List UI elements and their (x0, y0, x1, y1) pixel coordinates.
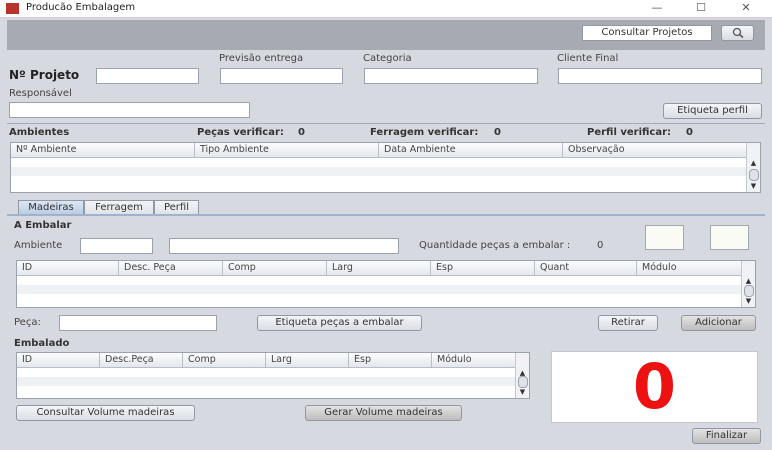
finalizar-button[interactable]: Finalizar (692, 428, 761, 444)
retirar-button[interactable]: Retirar (598, 315, 658, 331)
column-header[interactable]: Larg (327, 261, 431, 275)
table-row[interactable] (17, 285, 741, 294)
tab-madeiras[interactable]: Madeiras (18, 200, 84, 215)
scroll-up-icon[interactable]: ▲ (747, 157, 760, 169)
previsao-input[interactable] (220, 68, 343, 84)
table-row[interactable] (17, 276, 741, 285)
categoria-label: Categoria (363, 53, 412, 64)
volume-counter-panel: 0 (551, 351, 758, 423)
responsavel-input[interactable] (9, 102, 250, 118)
column-header[interactable]: Larg (266, 353, 349, 367)
tab-perfil[interactable]: Perfil (154, 200, 199, 215)
column-header[interactable]: Esp (431, 261, 535, 275)
ferragem-verificar-label: Ferragem verificar: (370, 127, 479, 138)
etiqueta-pecas-button[interactable]: Etiqueta peças a embalar (257, 315, 422, 331)
responsavel-label: Responsável (9, 88, 72, 99)
peca-input[interactable] (59, 315, 217, 331)
search-button[interactable] (721, 25, 754, 41)
indicator-box (645, 225, 684, 250)
embalado-title: Embalado (14, 338, 70, 349)
scroll-down-icon[interactable]: ▼ (516, 386, 529, 398)
table-row[interactable] (17, 377, 515, 386)
column-header[interactable]: Desc.Peça (100, 353, 183, 367)
previsao-label: Previsão entrega (219, 53, 304, 64)
scrollbar[interactable]: ▲ ▼ (741, 261, 755, 307)
maximize-button[interactable]: ☐ (686, 0, 716, 17)
consultar-volume-button[interactable]: Consultar Volume madeiras (16, 405, 195, 421)
divider (7, 123, 765, 124)
table-row[interactable] (17, 368, 515, 377)
ambiente-label: Ambiente (14, 240, 63, 251)
scrollbar[interactable]: ▲ ▼ (515, 353, 529, 398)
column-header[interactable]: Módulo (432, 353, 517, 367)
cliente-input[interactable] (558, 68, 762, 84)
table-row[interactable] (17, 294, 741, 303)
column-header[interactable]: Desc. Peça (119, 261, 223, 275)
perfil-verificar-label: Perfil verificar: (587, 127, 672, 138)
table-row[interactable] (11, 176, 746, 185)
pecas-verificar-label: Peças verificar: (197, 127, 284, 138)
embalado-table[interactable]: ID Desc.Peça Comp Larg Esp Módulo ▲ ▼ (16, 352, 530, 399)
scrollbar[interactable]: ▲ ▼ (746, 143, 760, 192)
window-title: Producão Embalagem (26, 2, 136, 13)
consultar-projetos-button[interactable]: Consultar Projetos (582, 25, 712, 41)
column-header[interactable]: Esp (349, 353, 432, 367)
search-icon (732, 27, 743, 39)
ambientes-title: Ambientes (9, 127, 70, 138)
pecas-verificar-value: 0 (298, 127, 305, 138)
cliente-label: Cliente Final (557, 53, 619, 64)
table-row[interactable] (11, 158, 746, 167)
minimize-button[interactable]: — (642, 0, 672, 17)
column-header[interactable]: Quant (535, 261, 637, 275)
indicator-box (710, 225, 749, 250)
column-header[interactable]: ID (17, 261, 119, 275)
table-header: ID Desc. Peça Comp Larg Esp Quant Módulo (17, 261, 741, 276)
ambiente-code-input[interactable] (80, 238, 153, 254)
peca-label: Peça: (14, 317, 41, 328)
ambientes-table[interactable]: Nº Ambiente Tipo Ambiente Data Ambiente … (10, 142, 761, 193)
scroll-down-icon[interactable]: ▼ (742, 295, 755, 307)
projeto-label: Nº Projeto (9, 68, 80, 82)
adicionar-button[interactable]: Adicionar (681, 315, 756, 331)
categoria-input[interactable] (364, 68, 538, 84)
column-header[interactable]: Módulo (637, 261, 743, 275)
gerar-volume-button[interactable]: Gerar Volume madeiras (305, 405, 462, 421)
column-header[interactable]: ID (17, 353, 100, 367)
a-embalar-title: A Embalar (14, 220, 72, 231)
title-bar: Producão Embalagem — ☐ ✕ (0, 0, 772, 18)
etiqueta-perfil-button[interactable]: Etiqueta perfil (663, 103, 762, 119)
ambiente-desc-input[interactable] (169, 238, 399, 254)
app-icon (6, 3, 19, 14)
table-header: ID Desc.Peça Comp Larg Esp Módulo (17, 353, 515, 368)
perfil-verificar-value: 0 (686, 127, 693, 138)
close-button[interactable]: ✕ (731, 0, 761, 17)
column-header[interactable]: Comp (183, 353, 266, 367)
tab-underline (7, 214, 765, 216)
table-row[interactable] (17, 386, 515, 395)
scroll-down-icon[interactable]: ▼ (747, 180, 760, 192)
ferragem-verificar-value: 0 (494, 127, 501, 138)
table-row[interactable] (11, 167, 746, 176)
column-header[interactable]: Nº Ambiente (11, 143, 195, 157)
tab-ferragem[interactable]: Ferragem (84, 200, 154, 215)
column-header[interactable]: Observação (563, 143, 748, 157)
column-header[interactable]: Data Ambiente (379, 143, 563, 157)
quantidade-label: Quantidade peças a embalar : (419, 240, 571, 251)
column-header[interactable]: Comp (223, 261, 327, 275)
quantidade-value: 0 (597, 240, 604, 251)
table-header: Nº Ambiente Tipo Ambiente Data Ambiente … (11, 143, 746, 158)
volume-counter-value: 0 (632, 350, 677, 423)
projeto-input[interactable] (96, 68, 199, 84)
column-header[interactable]: Tipo Ambiente (195, 143, 379, 157)
a-embalar-table[interactable]: ID Desc. Peça Comp Larg Esp Quant Módulo… (16, 260, 756, 308)
